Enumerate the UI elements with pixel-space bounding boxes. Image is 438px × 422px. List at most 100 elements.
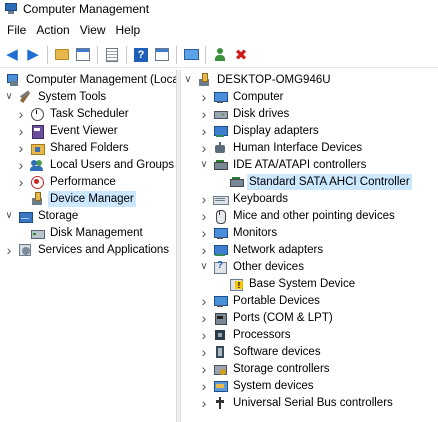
menu-file[interactable]: File (4, 23, 33, 37)
tree-item-disk-drive[interactable]: › Disk drives (199, 105, 291, 122)
tree-item-monitors[interactable]: › Monitors (199, 224, 279, 241)
tree-item-system-tools[interactable]: ∨ System Tools (4, 88, 108, 105)
display-adapter-icon (213, 124, 228, 138)
tree-item-label: Human Interface Devices (233, 141, 363, 154)
tree-item-other-devices[interactable]: ∨ Other devices (199, 258, 306, 275)
tree-item-local-users[interactable]: › Local Users and Groups (16, 156, 176, 173)
help-button[interactable]: ? (132, 46, 150, 64)
uninstall-button[interactable]: ✖ (232, 46, 250, 64)
expand-chevron-icon[interactable]: › (199, 89, 209, 105)
device-manager-icon (30, 191, 44, 206)
tree-item-storage-controller[interactable]: › Storage controllers (199, 360, 332, 377)
collapse-chevron-icon[interactable]: ∨ (199, 159, 209, 170)
tree-item-disk-management[interactable]: Disk Management (16, 224, 145, 241)
tree-item-label: Monitors (233, 226, 278, 239)
tree-item-label: Ports (COM & LPT) (233, 311, 333, 324)
menu-action[interactable]: Action (33, 23, 76, 37)
tree-item-event-viewer[interactable]: › Event Viewer (16, 122, 120, 139)
tree-item-device-manager[interactable]: Device Manager (16, 190, 136, 207)
tree-item-processor[interactable]: › Processors (199, 326, 293, 343)
tree-item-performance[interactable]: › Performance (16, 173, 118, 190)
tree-item-portable-devices[interactable]: › Portable Devices (199, 292, 322, 309)
tree-item-hid[interactable]: › Human Interface Devices (199, 139, 364, 156)
tree-item-label: Universal Serial Bus controllers (233, 396, 393, 409)
tree-item-monitor[interactable]: › Computer (199, 88, 286, 105)
usb-icon (213, 396, 227, 410)
tree-item-mouse[interactable]: › Mice and other pointing devices (199, 207, 397, 224)
expand-chevron-icon[interactable]: › (199, 293, 209, 309)
tree-item-shared-folders[interactable]: › Shared Folders (16, 139, 131, 156)
tree-item-usb[interactable]: › Universal Serial Bus controllers (199, 394, 395, 411)
tree-item-display-adapter[interactable]: › Display adapters (199, 122, 321, 139)
collapse-chevron-icon[interactable]: ∨ (199, 261, 209, 272)
expand-chevron-icon[interactable]: › (199, 242, 209, 258)
expand-chevron-icon[interactable]: › (199, 191, 209, 207)
tree-item-label: Services and Applications (38, 243, 170, 256)
tree-item-label: Storage (38, 209, 79, 222)
expand-chevron-icon[interactable]: › (199, 310, 209, 326)
expand-chevron-icon[interactable]: › (4, 242, 14, 258)
expand-chevron-icon[interactable]: › (16, 140, 26, 156)
menu-bar: File Action View Help (0, 20, 438, 40)
tree-item-label: Network adapters (233, 243, 324, 256)
forward-icon: ▶ (27, 46, 39, 63)
task-scheduler-icon (30, 107, 44, 121)
tree-item-software-device[interactable]: › Software devices (199, 343, 323, 360)
tree-item-ports[interactable]: › Ports (COM & LPT) (199, 309, 335, 326)
toolbar: ◀ ▶ ? ✖ (0, 42, 438, 68)
properties-button[interactable] (103, 46, 121, 64)
monitor-button[interactable] (182, 46, 200, 64)
tree-item-task-scheduler[interactable]: › Task Scheduler (16, 105, 131, 122)
tree-item-keyboard[interactable]: › Keyboards (199, 190, 290, 207)
back-button[interactable]: ◀ (3, 46, 21, 64)
forward-button[interactable]: ▶ (24, 46, 42, 64)
warning-device-icon (229, 277, 243, 291)
expand-chevron-icon[interactable]: › (199, 106, 209, 122)
computer-icon (197, 72, 211, 87)
toolbar-separator (47, 45, 48, 64)
up-folder-button[interactable] (53, 46, 71, 64)
window-title: Computer Management (23, 2, 150, 16)
tree-item-label: Task Scheduler (50, 107, 129, 120)
collapse-chevron-icon[interactable]: ∨ (4, 210, 14, 221)
expand-chevron-icon[interactable]: › (199, 123, 209, 139)
system-tools-icon (18, 90, 32, 104)
tree-item-system-devices[interactable]: › System devices (199, 377, 316, 394)
expand-chevron-icon[interactable]: › (199, 378, 209, 394)
tree-item-label: Keyboards (233, 192, 288, 205)
tree-item-sata-controller[interactable]: Standard SATA AHCI Controller (215, 173, 412, 190)
expand-chevron-icon[interactable]: › (199, 344, 209, 360)
expand-chevron-icon[interactable]: › (199, 225, 209, 241)
shared-folders-icon (30, 141, 45, 155)
menu-help[interactable]: Help (113, 23, 148, 37)
tree-item-ide-controller[interactable]: ∨ IDE ATA/ATAPI controllers (199, 156, 368, 173)
tree-item-computer-management[interactable]: Computer Management (Local (0, 71, 176, 88)
view-button[interactable] (153, 46, 171, 64)
tree-item-label: System Tools (38, 90, 107, 103)
tree-item-services[interactable]: › Services and Applications (4, 241, 171, 258)
expand-chevron-icon[interactable]: › (16, 174, 26, 190)
tree-item-storage[interactable]: ∨ Storage (4, 207, 80, 224)
expand-chevron-icon[interactable]: › (199, 208, 209, 224)
collapse-chevron-icon[interactable]: ∨ (4, 91, 14, 102)
toolbar-separator (205, 45, 206, 64)
tree-item-label: Disk Management (50, 226, 143, 239)
tree-item-computer[interactable]: ∨ DESKTOP-OMG946U (183, 71, 333, 88)
expand-chevron-icon[interactable]: › (16, 106, 26, 122)
tree-item-label: Disk drives (233, 107, 290, 120)
tree-item-label: Software devices (233, 345, 321, 358)
expand-chevron-icon[interactable]: › (16, 157, 26, 173)
expand-chevron-icon[interactable]: › (199, 140, 209, 156)
expand-chevron-icon[interactable]: › (199, 327, 209, 343)
scan-hardware-button[interactable] (211, 46, 229, 64)
menu-view[interactable]: View (77, 23, 113, 37)
sata-controller-icon (229, 175, 244, 189)
collapse-chevron-icon[interactable]: ∨ (183, 74, 193, 85)
tree-item-network-adapter[interactable]: › Network adapters (199, 241, 325, 258)
show-hide-tree-button[interactable] (74, 46, 92, 64)
expand-chevron-icon[interactable]: › (199, 395, 209, 411)
tree-item-warning-device[interactable]: Base System Device (215, 275, 357, 292)
expand-chevron-icon[interactable]: › (199, 361, 209, 377)
properties-icon (106, 47, 118, 62)
expand-chevron-icon[interactable]: › (16, 123, 26, 139)
